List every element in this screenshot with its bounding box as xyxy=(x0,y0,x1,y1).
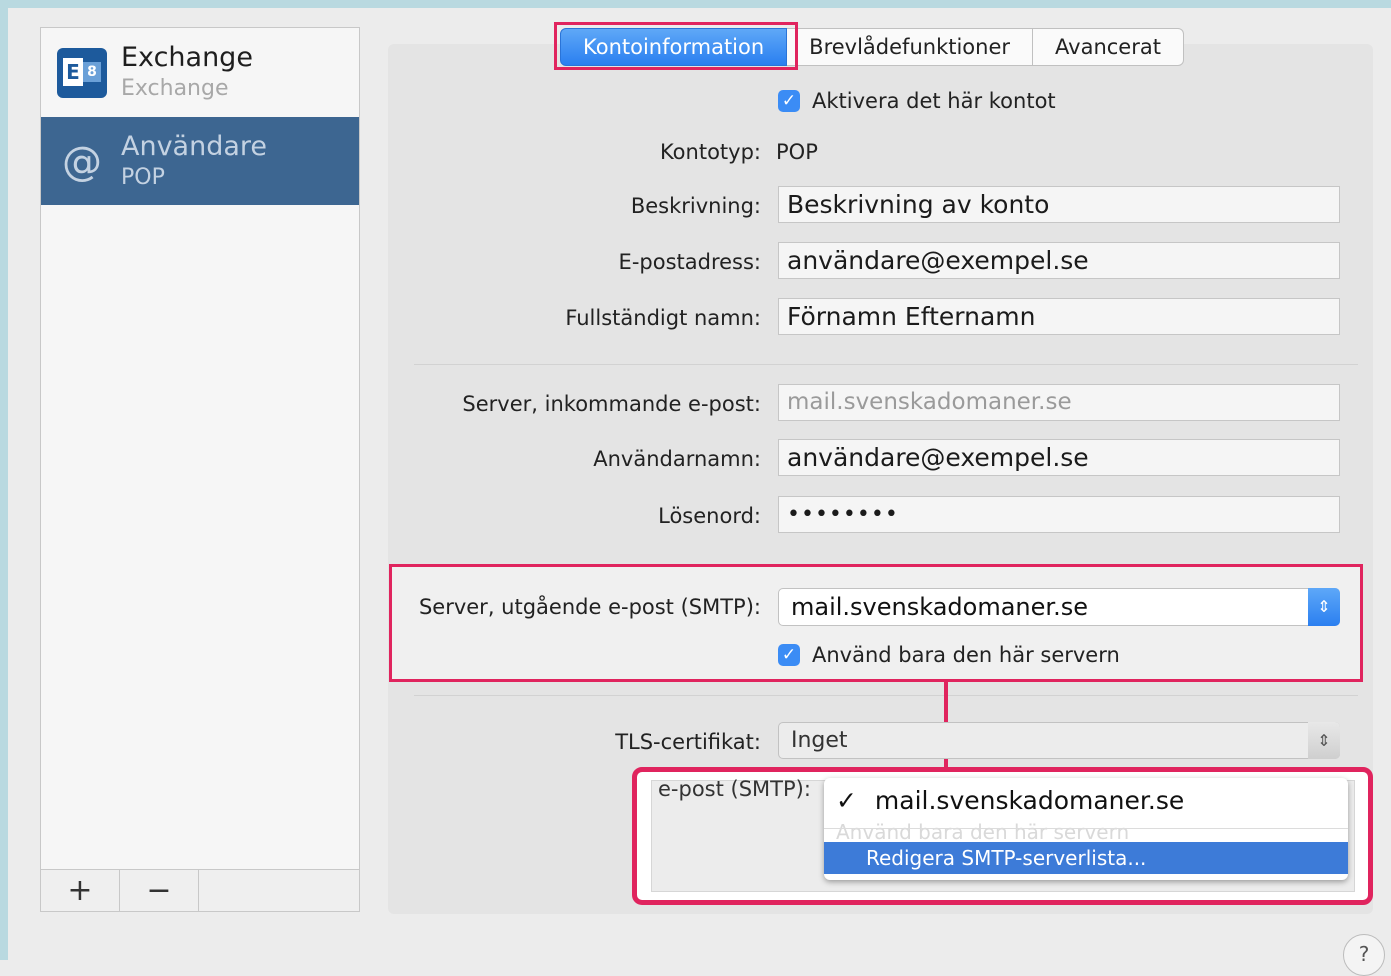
smtp-partial-label: e-post (SMTP): xyxy=(658,777,811,801)
only-this-server-label: Använd bara den här servern xyxy=(812,643,1120,667)
exchange-icon: E8 xyxy=(57,48,107,98)
enable-account-checkbox[interactable]: ✓ xyxy=(778,90,800,112)
window-left-border xyxy=(0,0,8,960)
tls-certificate-value: Inget xyxy=(791,728,848,753)
description-field[interactable]: Beskrivning av konto xyxy=(778,186,1340,223)
email-field[interactable]: användare@exempel.se xyxy=(778,242,1340,279)
account-name: Användare xyxy=(121,131,268,162)
add-account-button[interactable]: + xyxy=(41,870,120,911)
smtp-dropdown-menu: ✓ mail.svenskadomaner.se Använd bara den… xyxy=(824,778,1348,880)
enable-account-label: Aktivera det här kontot xyxy=(812,89,1056,113)
menu-divider xyxy=(824,828,1348,829)
account-type-label: Kontotyp: xyxy=(659,140,761,164)
tls-certificate-label: TLS-certifikat: xyxy=(615,730,761,754)
accounts-sidebar: E8 Exchange Exchange @ Användare POP + − xyxy=(40,27,360,912)
incoming-server-field[interactable]: mail.svenskadomaner.se xyxy=(778,384,1340,421)
account-type: POP xyxy=(121,165,165,190)
account-name: Exchange xyxy=(121,42,253,73)
tab-advanced[interactable]: Avancerat xyxy=(1033,28,1184,66)
incoming-server-label: Server, inkommande e-post: xyxy=(462,392,761,416)
password-field[interactable]: •••••••• xyxy=(778,496,1340,533)
full-name-label: Fullständigt namn: xyxy=(565,306,761,330)
window-top-border xyxy=(0,0,1391,8)
help-button[interactable]: ? xyxy=(1343,934,1385,976)
smtp-server-value: mail.svenskadomaner.se xyxy=(791,593,1088,621)
password-label: Lösenord: xyxy=(658,504,761,528)
tab-highlight-frame xyxy=(554,22,798,70)
at-sign-icon: @ xyxy=(62,139,102,185)
account-type: Exchange xyxy=(121,76,229,101)
username-label: Användarnamn: xyxy=(593,447,761,471)
smtp-server-label: Server, utgående e-post (SMTP): xyxy=(418,595,761,619)
menu-item-smtp-server[interactable]: ✓ mail.svenskadomaner.se xyxy=(836,786,1184,815)
only-this-server-checkbox[interactable]: ✓ xyxy=(778,644,800,666)
divider xyxy=(414,695,1358,696)
account-item-exchange[interactable]: E8 Exchange Exchange xyxy=(41,28,359,116)
full-name-field[interactable]: Förnamn Efternamn xyxy=(778,298,1340,335)
menu-item-edit-smtp-list[interactable]: Redigera SMTP-serverlista... xyxy=(824,842,1348,874)
smtp-server-select[interactable]: mail.svenskadomaner.se ⇕ xyxy=(778,588,1340,626)
tab-mailbox-behaviors[interactable]: Brevlådefunktioner xyxy=(787,28,1034,66)
remove-account-button[interactable]: − xyxy=(120,870,199,911)
menu-item-label: mail.svenskadomaner.se xyxy=(874,786,1185,815)
description-label: Beskrivning: xyxy=(630,194,761,218)
username-field[interactable]: användare@exempel.se xyxy=(778,439,1340,476)
ghost-text: Använd bara den här servern xyxy=(836,820,1130,844)
divider xyxy=(414,364,1358,365)
checkmark-icon: ✓ xyxy=(836,786,857,815)
chevron-updown-icon: ⇕ xyxy=(1308,588,1340,626)
sidebar-footer: + − xyxy=(41,869,359,911)
tls-certificate-select[interactable]: Inget ⇕ xyxy=(778,722,1340,759)
chevron-updown-icon: ⇕ xyxy=(1308,722,1340,759)
account-item-user[interactable]: @ Användare POP xyxy=(41,117,359,205)
account-type-value: POP xyxy=(776,140,818,164)
email-label: E-postadress: xyxy=(618,250,761,274)
